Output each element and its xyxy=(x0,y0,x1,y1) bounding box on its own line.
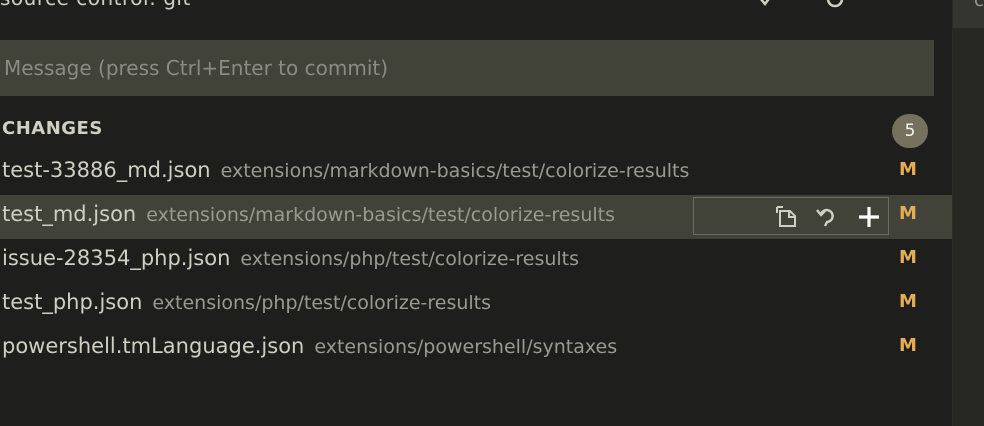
scm-panel: source control: git CHANGES 5 test-33886… xyxy=(0,0,952,426)
file-path: extensions/markdown-basics/test/colorize… xyxy=(146,204,615,226)
file-name: test-33886_md.json xyxy=(2,158,211,182)
file-path: extensions/php/test/colorize-results xyxy=(240,248,580,270)
editor-tab-label: c xyxy=(974,0,984,11)
file-name: powershell.tmLanguage.json xyxy=(2,334,305,358)
list-item[interactable]: test-33886_md.json extensions/markdown-ba… xyxy=(0,151,952,195)
modified-status: M xyxy=(899,335,917,356)
checkmark-icon[interactable] xyxy=(756,0,778,10)
changes-section-label: CHANGES xyxy=(2,118,103,139)
changes-section-header[interactable]: CHANGES xyxy=(0,110,934,148)
file-path: extensions/php/test/colorize-results xyxy=(152,292,492,314)
modified-status: M xyxy=(899,159,917,180)
file-path: extensions/powershell/syntaxes xyxy=(314,336,618,358)
modified-status: M xyxy=(899,203,917,224)
list-item[interactable]: test_php.json extensions/php/test/coloriz… xyxy=(0,283,952,327)
refresh-icon[interactable] xyxy=(824,0,846,10)
row-actions xyxy=(693,197,889,235)
editor-area xyxy=(953,0,984,426)
file-name: test_php.json xyxy=(2,290,143,314)
file-path: extensions/markdown-basics/test/colorize… xyxy=(220,160,690,182)
modified-status: M xyxy=(899,291,917,312)
stage-changes-icon[interactable] xyxy=(856,204,882,230)
list-item[interactable]: powershell.tmLanguage.json extensions/pow… xyxy=(0,327,952,371)
panel-title: source control: git xyxy=(0,0,191,10)
file-name: test_md.json xyxy=(2,202,137,226)
file-name: issue-28354_php.json xyxy=(2,246,231,270)
list-item-selected[interactable]: test_md.json extensions/markdown-basics/t… xyxy=(0,195,952,239)
discard-changes-icon[interactable] xyxy=(814,204,840,230)
commit-message-input[interactable] xyxy=(0,40,934,96)
modified-status: M xyxy=(899,247,917,268)
changes-count-badge: 5 xyxy=(892,114,928,148)
list-item[interactable]: issue-28354_php.json extensions/php/test/… xyxy=(0,239,952,283)
open-file-icon[interactable] xyxy=(774,204,800,230)
